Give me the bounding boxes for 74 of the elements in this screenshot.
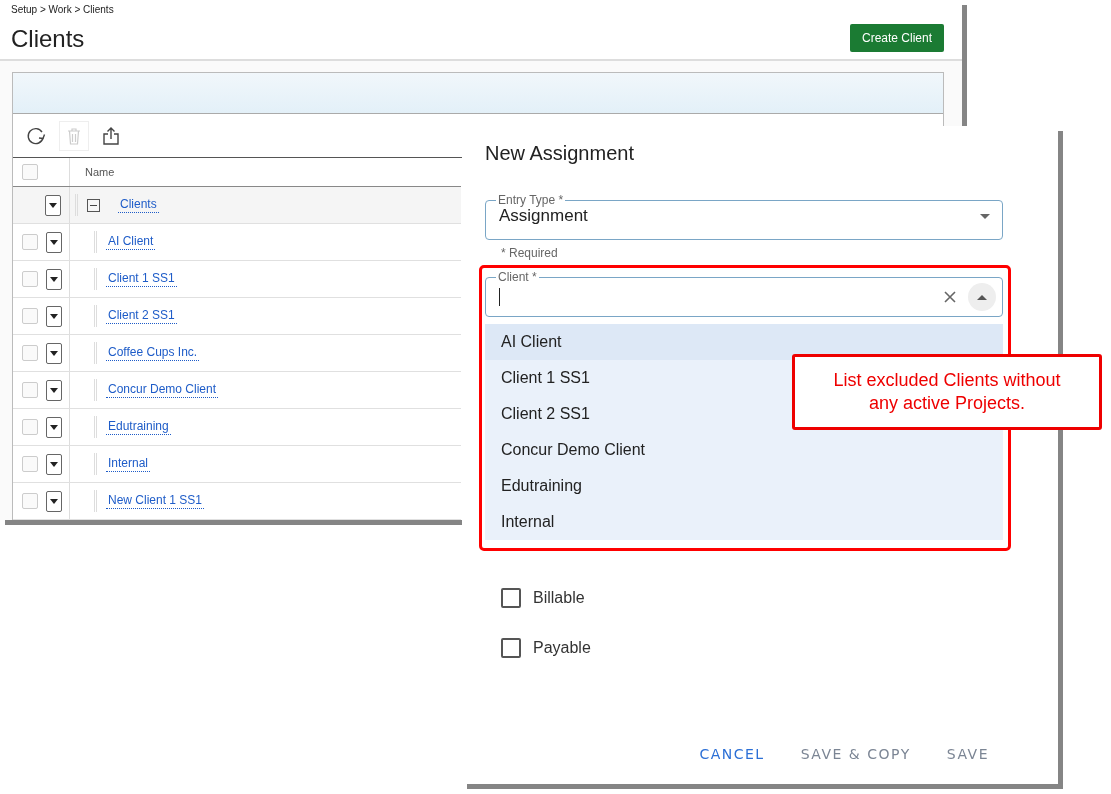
client-link[interactable]: Internal: [106, 456, 151, 472]
dialog-button[interactable]: CANCEL: [685, 740, 779, 768]
caret-icon: [50, 498, 58, 504]
breadcrumb[interactable]: Setup > Work > Clients: [11, 4, 114, 15]
field-label: Client *: [497, 271, 538, 283]
client-link[interactable]: AI Client: [106, 234, 156, 250]
caret-icon: [50, 276, 58, 282]
dropdown-option[interactable]: AI Client: [485, 324, 1003, 360]
select-all-checkbox[interactable]: [22, 164, 38, 180]
drag-handle[interactable]: [94, 416, 98, 438]
caret-icon: [977, 294, 987, 300]
dialog-button[interactable]: SAVE: [932, 740, 1003, 768]
row-menu-button[interactable]: [46, 268, 62, 290]
client-link[interactable]: Edutraining: [106, 419, 171, 435]
checkbox[interactable]: [501, 638, 521, 658]
caret-icon: [50, 424, 58, 430]
row-checkbox[interactable]: [22, 382, 38, 398]
row-checkbox[interactable]: [22, 308, 38, 324]
drag-handle[interactable]: [94, 453, 98, 475]
row-checkbox[interactable]: [22, 456, 38, 472]
caret-icon: [50, 313, 58, 319]
delete-button[interactable]: [59, 120, 89, 151]
caret-icon: [50, 387, 58, 393]
row-menu-button[interactable]: [46, 231, 62, 253]
drag-handle[interactable]: [94, 305, 98, 327]
row-checkbox[interactable]: [22, 234, 38, 250]
row-menu-button[interactable]: [46, 453, 62, 475]
page-title: Clients: [11, 25, 86, 53]
caret-icon: [50, 461, 58, 467]
client-link[interactable]: Coffee Cups Inc.: [106, 345, 200, 361]
text-cursor: [499, 288, 500, 306]
collapse-toggle[interactable]: [87, 198, 100, 212]
checkbox[interactable]: [501, 588, 521, 608]
dropdown-option[interactable]: Edutraining: [485, 468, 1003, 504]
create-client-button[interactable]: Create Client: [849, 24, 944, 52]
row-checkbox[interactable]: [22, 493, 38, 509]
dialog-title: New Assignment: [485, 142, 635, 166]
required-hint: * Required: [500, 246, 559, 260]
trash-icon: [66, 126, 82, 145]
client-link[interactable]: Client 1 SS1: [106, 271, 177, 287]
client-link[interactable]: New Client 1 SS1: [106, 493, 205, 509]
dropdown-option[interactable]: Internal: [485, 504, 1003, 540]
row-menu-button[interactable]: [46, 305, 62, 327]
field-label: Entry Type *: [497, 194, 565, 206]
row-menu-button[interactable]: [46, 379, 62, 401]
row-checkbox[interactable]: [22, 345, 38, 361]
row-menu-button[interactable]: [46, 342, 62, 364]
checkbox-label: Payable: [533, 639, 591, 657]
row-menu-button[interactable]: [46, 490, 62, 512]
dropdown-option[interactable]: Concur Demo Client: [485, 432, 1003, 468]
row-menu-button[interactable]: [45, 194, 61, 216]
annotation-tooltip: List excluded Clients without any active Projects.: [792, 354, 1102, 430]
client-link[interactable]: Concur Demo Client: [106, 382, 219, 398]
dialog-button[interactable]: SAVE & COPY: [786, 740, 925, 768]
checkbox-label: Billable: [533, 589, 585, 607]
export-icon[interactable]: [101, 125, 121, 146]
drag-handle[interactable]: [94, 268, 98, 290]
row-checkbox[interactable]: [22, 271, 38, 287]
drag-handle[interactable]: [94, 490, 98, 512]
group-link[interactable]: Clients: [118, 197, 159, 213]
drag-handle[interactable]: [94, 231, 98, 253]
row-menu-button[interactable]: [46, 416, 62, 438]
caret-icon: [980, 213, 990, 219]
clear-icon[interactable]: [944, 291, 956, 303]
drag-handle[interactable]: [94, 342, 98, 364]
client-link[interactable]: Client 2 SS1: [106, 308, 177, 324]
collapse-button[interactable]: [968, 283, 996, 311]
drag-handle[interactable]: [94, 379, 98, 401]
row-checkbox[interactable]: [22, 419, 38, 435]
column-header: Name: [84, 166, 115, 178]
caret-icon: [50, 350, 58, 356]
entry-type-select[interactable]: Entry Type * Assignment: [485, 194, 1003, 240]
caret-icon: [49, 202, 57, 208]
caret-icon: [50, 239, 58, 245]
